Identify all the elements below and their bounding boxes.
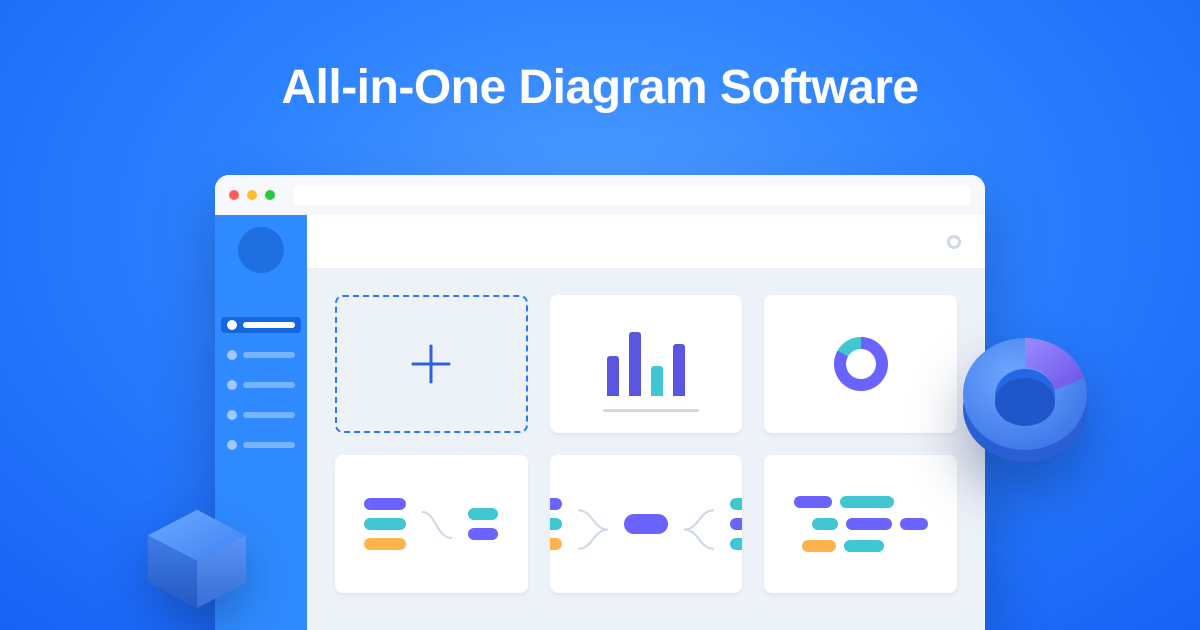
sidebar-nav [243,317,279,453]
node [730,518,742,530]
sidebar-item-4[interactable] [221,407,301,423]
window-titlebar [215,175,985,215]
minimize-icon[interactable] [247,190,257,200]
nav-label-placeholder [243,322,295,328]
bar [607,356,619,396]
connector-line [684,506,714,542]
node [550,538,562,550]
connector-line [422,506,452,542]
nav-dot-icon [227,350,237,360]
node [364,498,406,510]
node [730,498,742,510]
sidebar-item-1[interactable] [221,317,301,333]
top-toolbar [307,215,985,269]
bar [673,344,685,396]
app-window [215,175,985,630]
nav-label-placeholder [243,352,295,358]
profile-icon[interactable] [947,235,961,249]
template-grid [307,269,985,619]
gantt-card[interactable] [764,455,957,593]
mindmap-card[interactable] [550,455,743,593]
connector-line [578,506,608,542]
flowchart-card[interactable] [335,455,528,593]
node [730,538,742,550]
nav-dot-icon [227,380,237,390]
node [468,528,498,540]
node [364,538,406,550]
bar [794,496,832,508]
close-icon[interactable] [229,190,239,200]
gantt-icon [794,496,928,552]
nav-label-placeholder [243,412,295,418]
decorative-cube-3d [138,498,256,616]
nav-label-placeholder [243,382,295,388]
bar-chart-icon [607,332,685,396]
donut-chart-card[interactable] [764,295,957,433]
sidebar-item-2[interactable] [221,347,301,363]
sidebar-item-5[interactable] [221,437,301,453]
bar [840,496,894,508]
bar [802,540,836,552]
center-node [624,514,668,534]
nav-label-placeholder [243,442,295,448]
bar [846,518,892,530]
address-bar[interactable] [293,185,971,205]
donut-chart-icon [834,337,888,391]
bar [629,332,641,396]
hero-title: All-in-One Diagram Software [0,60,1200,115]
node [550,498,562,510]
nav-dot-icon [227,440,237,450]
bar [900,518,928,530]
avatar[interactable] [238,227,284,273]
maximize-icon[interactable] [265,190,275,200]
bar [812,518,838,530]
window-body [215,215,985,630]
plus-icon [409,342,453,386]
nav-dot-icon [227,320,237,330]
bar [844,540,884,552]
main-content [307,215,985,630]
node [364,518,406,530]
decorative-donut-3d [950,322,1100,472]
axis-line [603,409,699,412]
node [550,518,562,530]
nav-dot-icon [227,410,237,420]
bar-chart-card[interactable] [550,295,743,433]
mindmap-icon [550,498,743,550]
sidebar-item-3[interactable] [221,377,301,393]
flowchart-icon [364,498,498,550]
bar [651,366,663,396]
new-diagram-card[interactable] [335,295,528,433]
node [468,508,498,520]
